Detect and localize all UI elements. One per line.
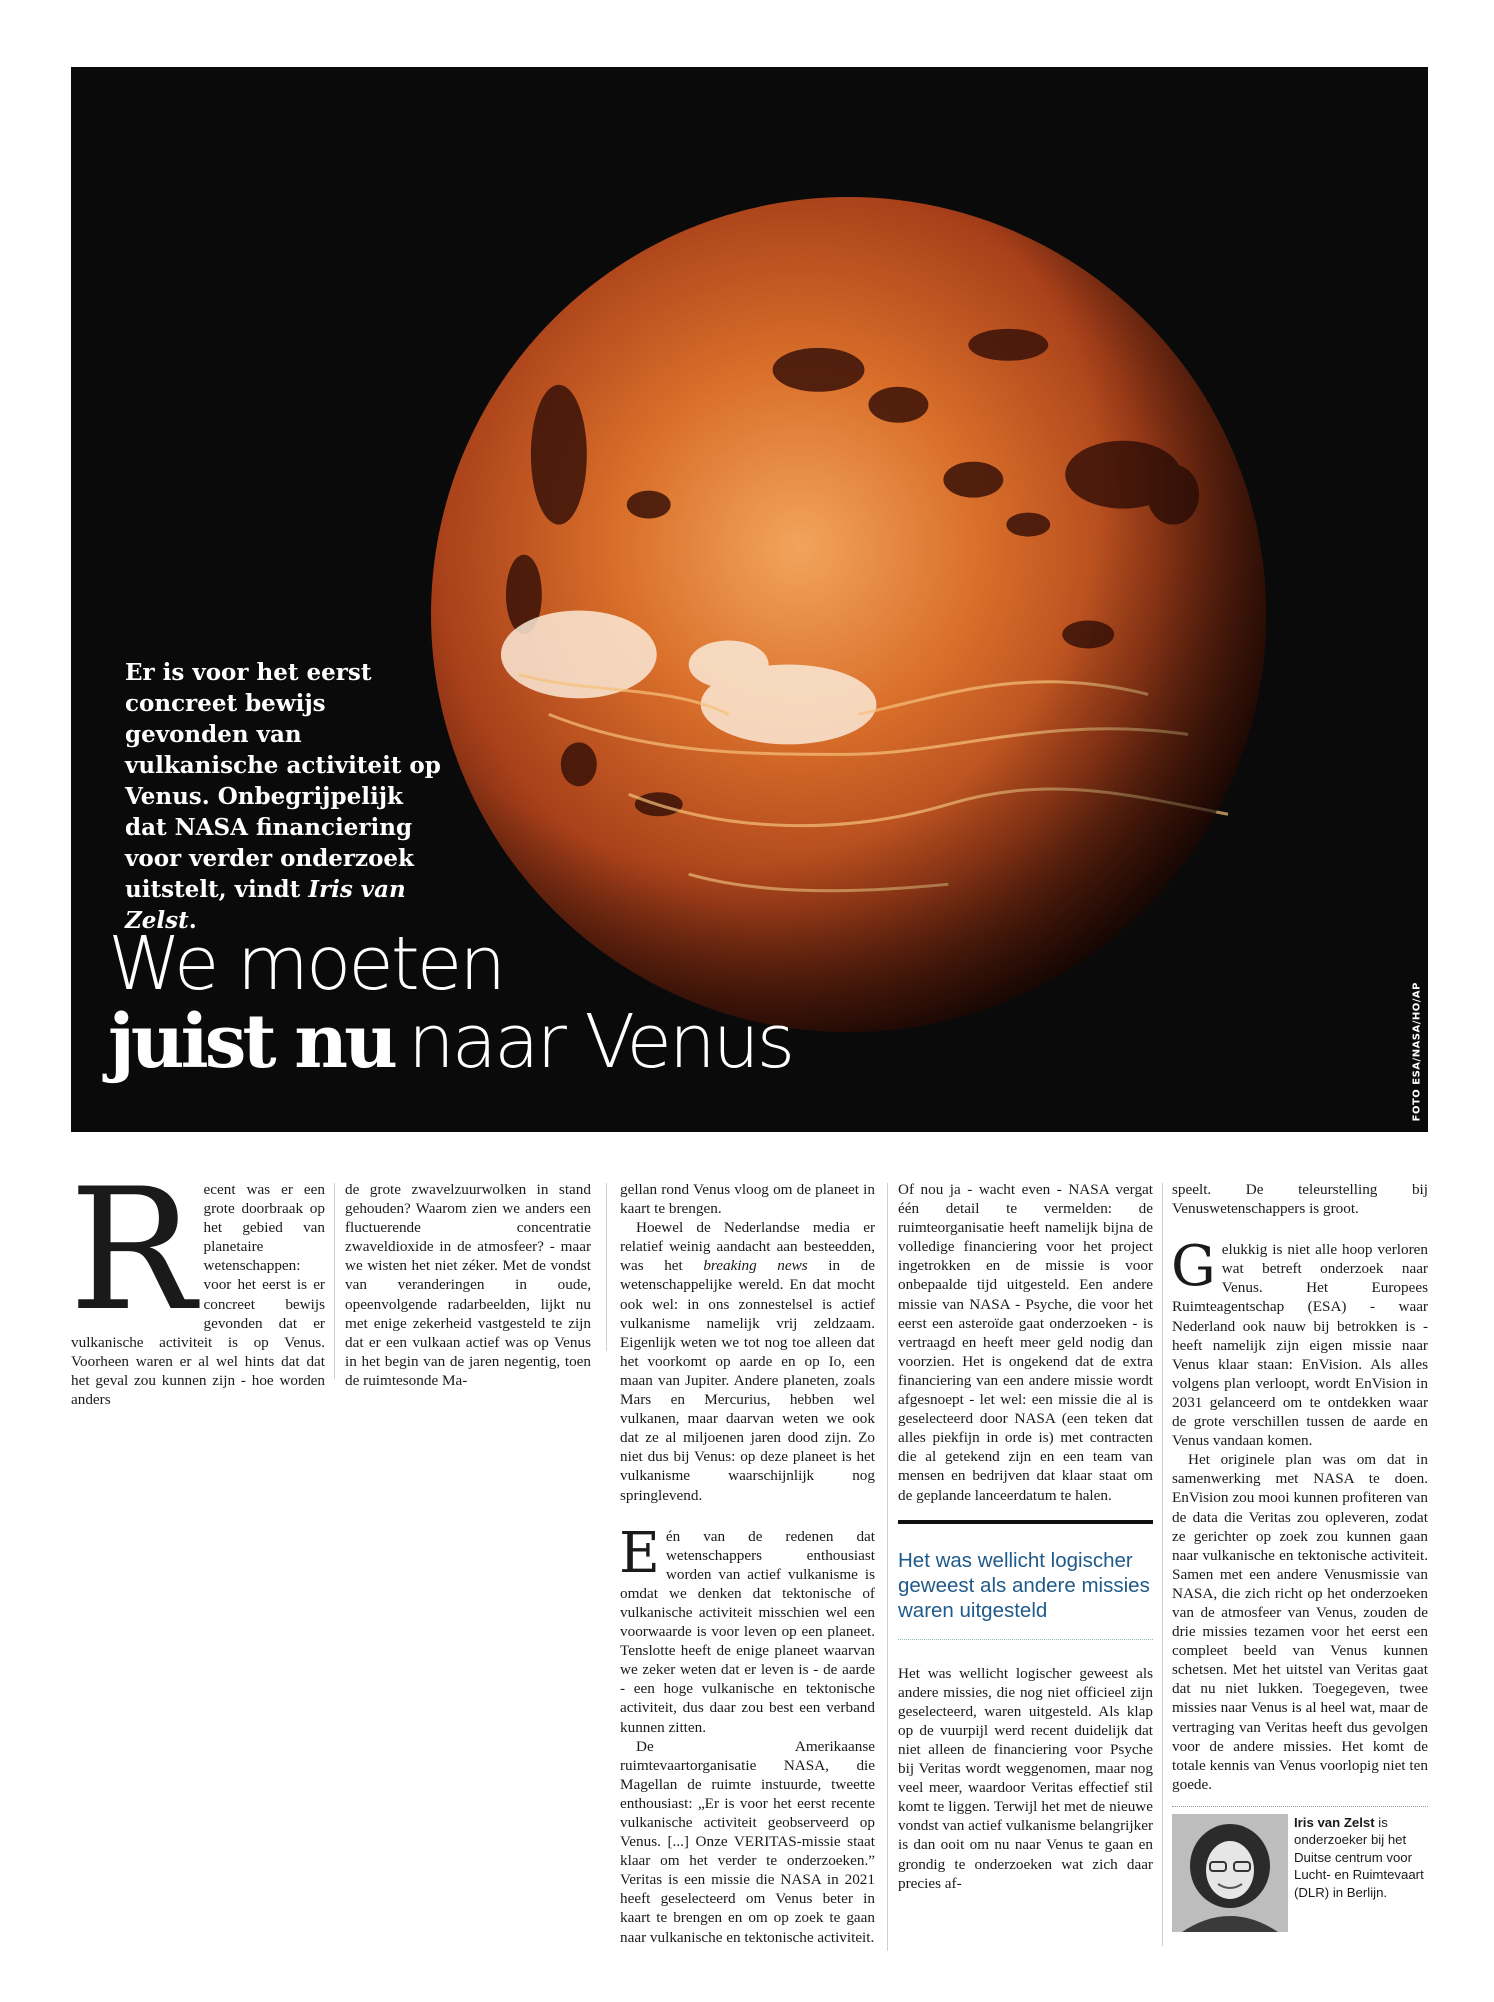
headline-rest: naar Venus xyxy=(407,999,795,1085)
intro-lead: Er is voor het eerst concreet bewijs gev… xyxy=(125,657,445,936)
article-column-2: de grote zwavelzuurwolken in stand gehou… xyxy=(345,1180,591,1390)
author-name: Iris van Zelst xyxy=(1294,1815,1375,1830)
author-photo xyxy=(1172,1814,1288,1932)
article-column-1: R ecent was er een grote doorbraak op he… xyxy=(69,1152,325,1409)
author-box-divider xyxy=(1172,1806,1428,1807)
paragraph: Hoewel de Nederlandse media er relatief … xyxy=(620,1218,875,1504)
venus-planet-image xyxy=(430,196,1267,1033)
headline-line-2: juist nu naar Venus xyxy=(108,1005,795,1079)
author-bio: Iris van Zelst is onderzoeker bij het Du… xyxy=(1294,1814,1428,1901)
paragraph: de grote zwavelzuurwolken in stand gehou… xyxy=(345,1181,591,1389)
author-portrait-icon xyxy=(1172,1814,1288,1932)
photo-credit: FOTO ESA/NASA/HO/AP xyxy=(1411,982,1422,1122)
intro-text: Er is voor het eerst concreet bewijs gev… xyxy=(125,659,441,903)
column-divider xyxy=(887,1183,888,1951)
paragraph-emphasis: breaking news xyxy=(703,1257,808,1275)
drop-cap: E xyxy=(619,1520,660,1586)
article-column-3: gellan rond Venus vloog om de planeet in… xyxy=(619,1180,875,1947)
pull-quote: Het was wellicht logischer geweest als a… xyxy=(898,1524,1153,1640)
drop-cap: R xyxy=(69,1152,196,1348)
headline-bold: juist nu xyxy=(108,999,398,1085)
paragraph: Of nou ja - wacht even - NASA vergat één… xyxy=(898,1181,1153,1504)
column-divider xyxy=(334,1183,335,1379)
paragraph: gellan rond Venus vloog om de planeet in… xyxy=(620,1181,875,1218)
paragraph: Het was wellicht logischer geweest als a… xyxy=(898,1664,1153,1892)
paragraph: De Amerikaanse ruimtevaartorganisatie NA… xyxy=(620,1737,875,1946)
hero-image-section: Er is voor het eerst concreet bewijs gev… xyxy=(71,67,1428,1132)
paragraph: speelt. De teleurstelling bij Venusweten… xyxy=(1172,1181,1428,1218)
drop-cap: G xyxy=(1171,1234,1216,1300)
article-column-4: Of nou ja - wacht even - NASA vergat één… xyxy=(898,1180,1153,1893)
paragraph-text: in de wetenschappelijke wereld. En dat m… xyxy=(620,1257,875,1504)
headline: We moeten juist nu naar Venus xyxy=(108,921,795,1079)
article-column-5: speelt. De teleurstelling bij Venusweten… xyxy=(1171,1180,1428,1794)
paragraph: Het originele plan was om dat in samenwe… xyxy=(1172,1451,1428,1793)
column-divider xyxy=(606,1183,607,1351)
headline-line-1: We moeten xyxy=(108,921,506,1007)
column-divider xyxy=(1162,1183,1163,1946)
